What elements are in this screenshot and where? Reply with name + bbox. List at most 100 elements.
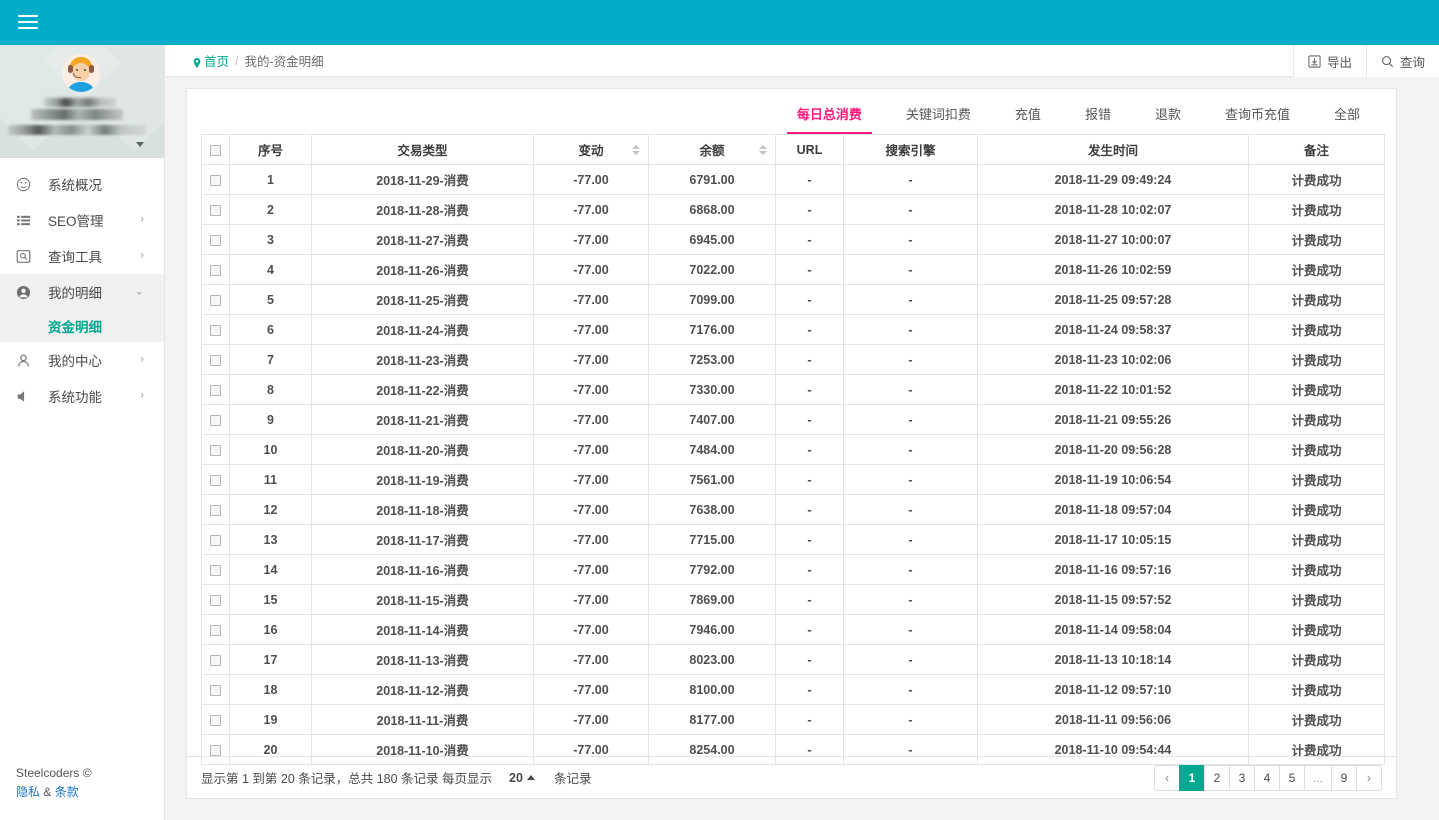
- column-header-change[interactable]: 变动: [533, 134, 649, 165]
- tab-error-report[interactable]: 报错: [1063, 104, 1133, 134]
- sidebar-arrow: ›: [140, 213, 144, 226]
- pagination-page-5[interactable]: 5: [1278, 764, 1305, 791]
- pagination-page-4[interactable]: 4: [1253, 764, 1280, 791]
- cell-balance: 7407.00: [648, 404, 776, 435]
- pagination-prev[interactable]: ‹: [1153, 764, 1180, 791]
- table-row: 12 2018-11-18-消费 -77.00 7638.00- -2018-11-18…: [201, 494, 1385, 525]
- search-button[interactable]: 查询: [1365, 45, 1439, 77]
- cell-change: -77.00: [533, 494, 649, 525]
- tab-all[interactable]: 全部: [1312, 104, 1382, 134]
- row-checkbox[interactable]: [210, 414, 221, 426]
- row-checkbox[interactable]: [210, 234, 221, 246]
- row-select-cell[interactable]: [201, 314, 230, 345]
- cell-seq: 10: [229, 434, 312, 465]
- sidebar-subitem-fund-details[interactable]: 资金明细: [0, 310, 164, 342]
- cell-engine: -: [843, 554, 978, 585]
- row-select-cell[interactable]: [201, 254, 230, 285]
- pagination-page-1[interactable]: 1: [1178, 764, 1205, 791]
- row-select-cell[interactable]: [201, 374, 230, 405]
- pagination-page-3[interactable]: 3: [1228, 764, 1255, 791]
- pagination-page-9[interactable]: 9: [1331, 764, 1357, 791]
- cell-balance: 7484.00: [648, 434, 776, 465]
- profile-panel[interactable]: [0, 45, 164, 158]
- row-select-cell[interactable]: [201, 704, 230, 735]
- row-checkbox[interactable]: [210, 744, 221, 756]
- cell-balance: 6868.00: [648, 194, 776, 225]
- menu-toggle-icon[interactable]: [18, 13, 38, 31]
- row-checkbox[interactable]: [210, 294, 221, 306]
- tab-recharge[interactable]: 充值: [993, 104, 1063, 134]
- cell-change: -77.00: [533, 524, 649, 555]
- pagination-next[interactable]: ›: [1356, 764, 1382, 791]
- app-root: 系统概况 SEO管理 › 查询工具 › 我的明细 ⌄ 资金明细 我的中心 › 系…: [0, 0, 1439, 820]
- cell-seq: 2: [229, 194, 312, 225]
- cell-time: 2018-11-16 09:57:16: [977, 554, 1249, 585]
- sidebar-item-system-overview[interactable]: 系统概况: [0, 166, 164, 202]
- cell-engine: -: [843, 584, 978, 615]
- row-checkbox[interactable]: [210, 594, 221, 606]
- cell-url: -: [775, 584, 844, 615]
- column-header-balance[interactable]: 余额: [648, 134, 776, 165]
- row-checkbox[interactable]: [210, 354, 221, 366]
- row-checkbox[interactable]: [210, 624, 221, 636]
- breadcrumb-home-link[interactable]: 首页: [193, 51, 229, 70]
- select-all-header[interactable]: [201, 134, 230, 165]
- tab-daily-total-consumption[interactable]: 每日总消费: [775, 104, 884, 134]
- row-select-cell[interactable]: [201, 494, 230, 525]
- row-checkbox[interactable]: [210, 684, 221, 696]
- row-checkbox[interactable]: [210, 504, 221, 516]
- row-checkbox[interactable]: [210, 324, 221, 336]
- row-select-cell[interactable]: [201, 464, 230, 495]
- sidebar-item-query-tools[interactable]: 查询工具 ›: [0, 238, 164, 274]
- sidebar-item-system-functions[interactable]: 系统功能 ›: [0, 378, 164, 414]
- cell-note: 计费成功: [1248, 404, 1385, 435]
- pagination-page-2[interactable]: 2: [1203, 764, 1230, 791]
- row-checkbox[interactable]: [210, 264, 221, 276]
- row-checkbox[interactable]: [210, 714, 221, 726]
- row-checkbox[interactable]: [210, 534, 221, 546]
- row-select-cell[interactable]: [201, 554, 230, 585]
- sidebar-item-label: 系统功能: [48, 390, 102, 405]
- row-select-cell[interactable]: [201, 164, 230, 195]
- row-checkbox[interactable]: [210, 174, 221, 186]
- row-checkbox[interactable]: [210, 564, 221, 576]
- row-checkbox[interactable]: [210, 474, 221, 486]
- row-checkbox[interactable]: [210, 444, 221, 456]
- row-select-cell[interactable]: [201, 644, 230, 675]
- tab-refund[interactable]: 退款: [1133, 104, 1203, 134]
- caret-down-icon[interactable]: [136, 142, 144, 147]
- sort-toggle-icon[interactable]: [759, 144, 767, 155]
- row-select-cell[interactable]: [201, 404, 230, 435]
- row-checkbox[interactable]: [210, 384, 221, 396]
- row-select-cell[interactable]: [201, 434, 230, 465]
- row-checkbox[interactable]: [210, 204, 221, 216]
- tab-keyword-charge[interactable]: 关键词扣费: [884, 104, 993, 134]
- row-select-cell[interactable]: [201, 524, 230, 555]
- privacy-link[interactable]: 隐私: [16, 785, 40, 799]
- export-button[interactable]: 导出: [1292, 45, 1366, 77]
- sidebar-item-my-center[interactable]: 我的中心 ›: [0, 342, 164, 378]
- row-select-cell[interactable]: [201, 584, 230, 615]
- row-select-cell[interactable]: [201, 224, 230, 255]
- row-select-cell[interactable]: [201, 614, 230, 645]
- select-all-checkbox[interactable]: [210, 144, 221, 156]
- row-select-cell[interactable]: [201, 344, 230, 375]
- sidebar-item-seo-management[interactable]: SEO管理 ›: [0, 202, 164, 238]
- cell-note: 计费成功: [1248, 614, 1385, 645]
- cell-type: 2018-11-28-消费: [311, 194, 534, 225]
- sort-toggle-icon[interactable]: [632, 144, 640, 155]
- row-select-cell[interactable]: [201, 284, 230, 315]
- row-select-cell[interactable]: [201, 674, 230, 705]
- cell-time: 2018-11-24 09:58:37: [977, 314, 1249, 345]
- sidebar-item-label: 我的中心: [48, 354, 102, 369]
- cell-engine: -: [843, 674, 978, 705]
- tab-query-coin-recharge[interactable]: 查询币充值: [1203, 104, 1312, 134]
- row-checkbox[interactable]: [210, 654, 221, 666]
- cell-balance: 8100.00: [648, 674, 776, 705]
- sidebar-item-my-details[interactable]: 我的明细 ⌄: [0, 274, 164, 310]
- page-size-selector[interactable]: 20: [509, 771, 535, 785]
- cell-seq: 14: [229, 554, 312, 585]
- terms-link[interactable]: 条款: [55, 785, 79, 799]
- cell-note: 计费成功: [1248, 314, 1385, 345]
- row-select-cell[interactable]: [201, 194, 230, 225]
